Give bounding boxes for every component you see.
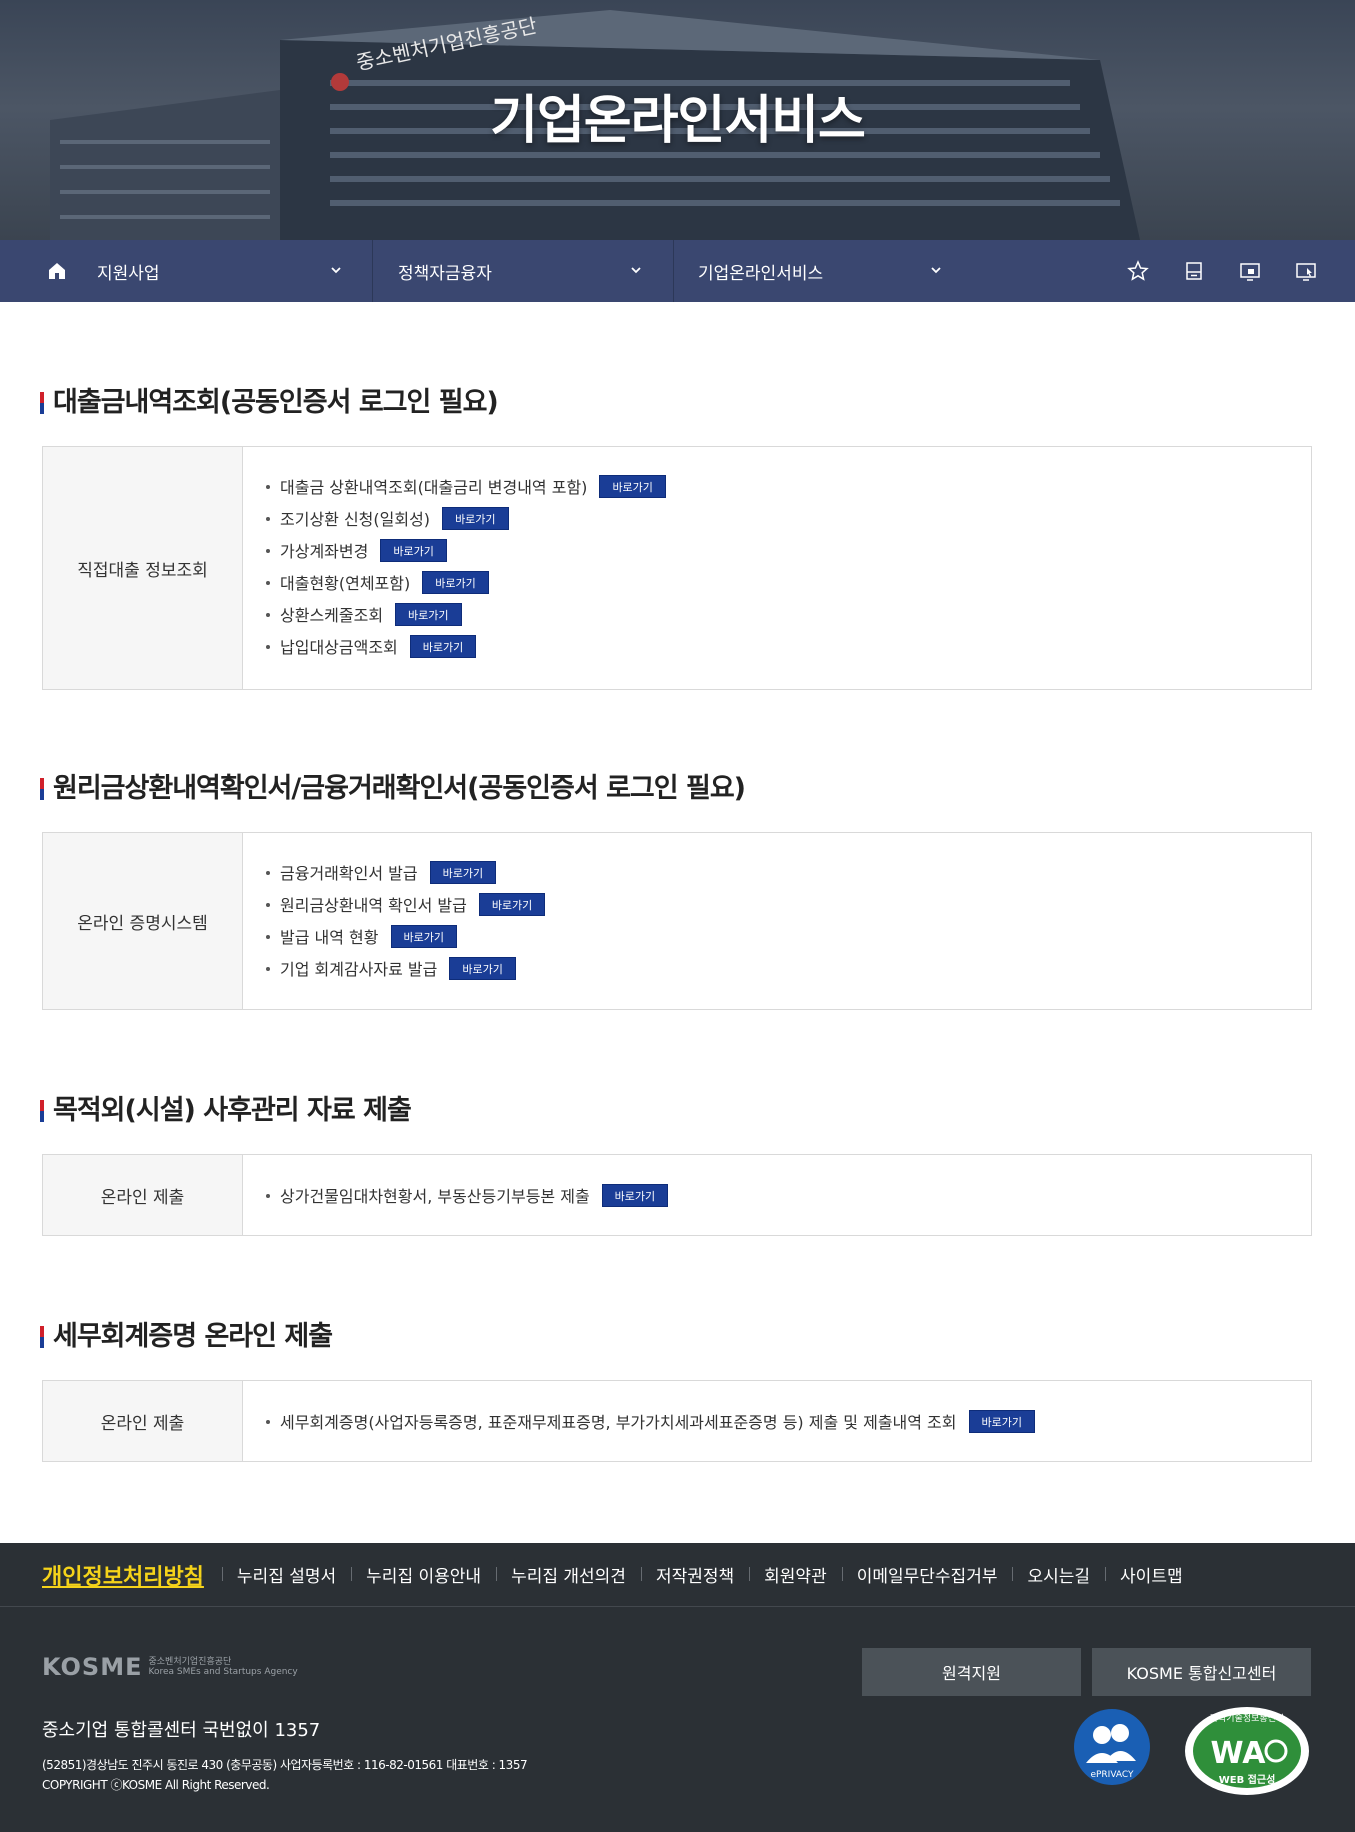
wa-bottom-label: WEB 접근성 bbox=[1219, 1773, 1276, 1786]
go-button[interactable]: 바로가기 bbox=[409, 634, 477, 658]
star-icon[interactable] bbox=[1127, 260, 1149, 282]
chevron-down-icon bbox=[331, 267, 341, 274]
list-item: 대출금 상환내역조회(대출금리 변경내역 포함) 바로가기 bbox=[266, 470, 666, 502]
nav-divider bbox=[372, 240, 373, 302]
chevron-down-icon bbox=[631, 267, 641, 274]
service-list: 금융거래확인서 발급 바로가기 원리금상환내역 확인서 발급 바로가기 발급 내역 … bbox=[266, 856, 546, 984]
list-item: 납입대상금액조회 바로가기 bbox=[266, 630, 666, 662]
table-header: 온라인 제출 bbox=[43, 1155, 243, 1235]
privacy-policy-link[interactable]: 개인정보처리방침 bbox=[42, 1559, 204, 1591]
list-item: 금융거래확인서 발급 바로가기 bbox=[266, 856, 545, 888]
nav-divider bbox=[673, 240, 674, 302]
logo-subtitle-ko: 중소벤처기업진흥공단 bbox=[148, 1657, 232, 1667]
nav-menu-label: 기업온라인서비스 bbox=[698, 263, 824, 284]
table-header: 온라인 증명시스템 bbox=[43, 833, 243, 1009]
list-item: 대출현황(연체포함) 바로가기 bbox=[266, 566, 666, 598]
nav-menu-label: 지원사업 bbox=[97, 263, 160, 284]
nav-menu-support[interactable]: 지원사업 bbox=[97, 240, 342, 302]
section-title: 목적외(시설) 사후관리 자료 제출 bbox=[40, 1095, 412, 1127]
list-item: 가상계좌변경 바로가기 bbox=[266, 534, 666, 566]
list-item: 세무회계증명(사업자등록증명, 표준재무제표증명, 부가가치세과세표준증명 등)… bbox=[266, 1405, 1035, 1437]
list-item: 발급 내역 현황 바로가기 bbox=[266, 920, 545, 952]
screen-icon[interactable] bbox=[1295, 260, 1317, 282]
logo-subtitle: 중소벤처기업진흥공단 Korea SMEs and Startups Agenc… bbox=[148, 1657, 297, 1677]
go-button[interactable]: 바로가기 bbox=[599, 474, 666, 498]
service-table: 직접대출 정보조회 대출금 상환내역조회(대출금리 변경내역 포함) 바로가기 조… bbox=[42, 446, 1312, 690]
footer-link[interactable]: 사이트맵 bbox=[1105, 1562, 1198, 1587]
go-button[interactable]: 바로가기 bbox=[968, 1409, 1035, 1433]
page-title: 기업온라인서비스 bbox=[490, 91, 866, 151]
copyright-text: COPYRIGHT ⓒKOSME All Right Reserved. bbox=[42, 1778, 270, 1792]
footer-link[interactable]: 회원약관 bbox=[749, 1562, 842, 1587]
footer-link[interactable]: 누리집 설명서 bbox=[221, 1562, 351, 1587]
nav-menu-online-service[interactable]: 기업온라인서비스 bbox=[698, 240, 948, 302]
main-nav: 지원사업 정책자금융자 기업온라인서비스 bbox=[0, 240, 1355, 302]
wa-top-label: 과학기술정보통신부 bbox=[1210, 1713, 1285, 1724]
remote-support-button[interactable]: 원격지원 bbox=[862, 1648, 1081, 1696]
list-item: 원리금상환내역 확인서 발급 바로가기 bbox=[266, 888, 546, 920]
service-table: 온라인 증명시스템 금융거래확인서 발급 바로가기 원리금상환내역 확인서 발급 바… bbox=[42, 832, 1312, 1010]
callcenter-text: 중소기업 통합콜센터 국번없이 1357 bbox=[42, 1720, 321, 1741]
service-list: 대출금 상환내역조회(대출금리 변경내역 포함) 바로가기 조기상환 신청(일회성… bbox=[266, 470, 666, 662]
table-header: 직접대출 정보조회 bbox=[43, 447, 243, 689]
footer-link[interactable]: 누리집 개선의견 bbox=[496, 1562, 641, 1587]
item-text: 원리금상환내역 확인서 발급 bbox=[280, 896, 467, 915]
home-icon[interactable] bbox=[46, 260, 68, 282]
footer-link[interactable]: 누리집 이용안내 bbox=[351, 1562, 496, 1587]
go-button[interactable]: 바로가기 bbox=[429, 860, 497, 884]
service-list: 세무회계증명(사업자등록증명, 표준재무제표증명, 부가가치세과세표준증명 등)… bbox=[266, 1405, 1035, 1437]
item-text: 상환스케줄조회 bbox=[280, 606, 384, 625]
chevron-down-icon bbox=[931, 267, 941, 274]
item-text: 조기상환 신청(일회성) bbox=[280, 510, 431, 529]
list-item: 상환스케줄조회 바로가기 bbox=[266, 598, 666, 630]
footer-links: 개인정보처리방침 누리집 설명서 누리집 이용안내 누리집 개선의견 저작권정책… bbox=[0, 1543, 1355, 1607]
service-table: 온라인 제출 세무회계증명(사업자등록증명, 표준재무제표증명, 부가가치세과세… bbox=[42, 1380, 1312, 1462]
go-button[interactable]: 바로가기 bbox=[601, 1183, 669, 1207]
footer-logo: KOSME 중소벤처기업진흥공단 Korea SMEs and Startups… bbox=[42, 1653, 298, 1681]
service-table: 온라인 제출 상가건물임대차현황서, 부동산등기부등본 제출 바로가기 bbox=[42, 1154, 1312, 1236]
go-button[interactable]: 바로가기 bbox=[442, 506, 509, 530]
item-text: 대출금 상환내역조회(대출금리 변경내역 포함) bbox=[280, 478, 588, 497]
section-title: 원리금상환내역확인서/금융거래확인서(공동인증서 로그인 필요) bbox=[40, 773, 746, 805]
item-text: 금융거래확인서 발급 bbox=[280, 864, 418, 883]
go-button[interactable]: 바로가기 bbox=[380, 538, 447, 562]
address-text: (52851)경상남도 진주시 동진로 430 (충무공동) 사업자등록번호 :… bbox=[42, 1758, 528, 1772]
table-header: 온라인 제출 bbox=[43, 1381, 243, 1461]
item-text: 세무회계증명(사업자등록증명, 표준재무제표증명, 부가가치세과세표준증명 등)… bbox=[280, 1413, 957, 1432]
section-title: 세무회계증명 온라인 제출 bbox=[40, 1321, 333, 1353]
eprivacy-label: ePRIVACY bbox=[1090, 1770, 1134, 1780]
service-list: 상가건물임대차현황서, 부동산등기부등본 제출 바로가기 bbox=[266, 1179, 669, 1211]
go-button[interactable]: 바로가기 bbox=[422, 570, 489, 594]
logo-text: KOSME bbox=[42, 1653, 143, 1681]
section-title: 대출금내역조회(공동인증서 로그인 필요) bbox=[40, 387, 499, 419]
footer-link[interactable]: 오시는길 bbox=[1012, 1562, 1105, 1587]
monitor-icon[interactable] bbox=[1239, 260, 1261, 282]
go-button[interactable]: 바로가기 bbox=[390, 924, 457, 948]
list-item: 조기상환 신청(일회성) 바로가기 bbox=[266, 502, 666, 534]
footer-link[interactable]: 저작권정책 bbox=[640, 1562, 749, 1587]
report-center-button[interactable]: KOSME 통합신고센터 bbox=[1092, 1648, 1311, 1696]
print-icon[interactable] bbox=[1183, 260, 1205, 282]
list-item: 상가건물임대차현황서, 부동산등기부등본 제출 바로가기 bbox=[266, 1179, 669, 1211]
go-button[interactable]: 바로가기 bbox=[478, 892, 546, 916]
item-text: 기업 회계감사자료 발급 bbox=[280, 960, 438, 979]
eprivacy-mark-icon: ePRIVACY bbox=[1074, 1709, 1150, 1785]
footer-link[interactable]: 이메일무단수집거부 bbox=[841, 1562, 1013, 1587]
nav-menu-label: 정책자금융자 bbox=[398, 263, 492, 284]
list-item: 기업 회계감사자료 발급 바로가기 bbox=[266, 952, 545, 984]
go-button[interactable]: 바로가기 bbox=[395, 602, 462, 626]
item-text: 납입대상금액조회 bbox=[280, 638, 398, 657]
wa-main-label: WA bbox=[1211, 1736, 1267, 1771]
item-text: 가상계좌변경 bbox=[280, 542, 369, 561]
item-text: 발급 내역 현황 bbox=[280, 928, 379, 947]
footer: 개인정보처리방침 누리집 설명서 누리집 이용안내 누리집 개선의견 저작권정책… bbox=[0, 1543, 1355, 1832]
item-text: 대출현황(연체포함) bbox=[280, 574, 411, 593]
hero-banner: 중소벤처기업진흥공단 기업온라인서비스 bbox=[0, 0, 1355, 240]
web-accessibility-mark-icon: 과학기술정보통신부 WA WEB 접근성 bbox=[1185, 1707, 1309, 1795]
item-text: 상가건물임대차현황서, 부동산등기부등본 제출 bbox=[280, 1187, 590, 1206]
logo-subtitle-en: Korea SMEs and Startups Agency bbox=[148, 1667, 298, 1677]
go-button[interactable]: 바로가기 bbox=[449, 956, 516, 980]
nav-menu-policy-fund[interactable]: 정책자금융자 bbox=[398, 240, 648, 302]
